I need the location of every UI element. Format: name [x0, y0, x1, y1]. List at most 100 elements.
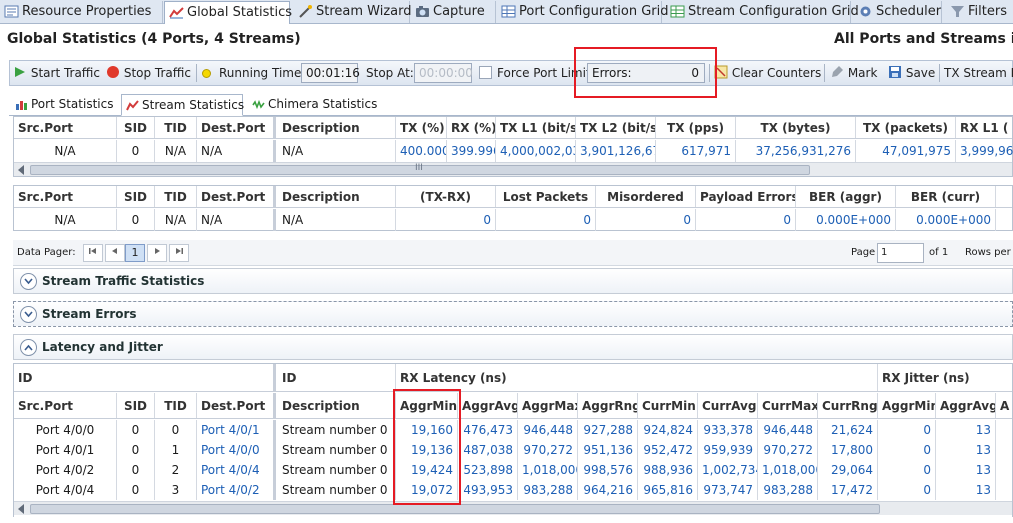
column-header[interactable]: RX (%)	[447, 117, 496, 138]
table-row[interactable]: Port 4/0/1 0 1 Port 4/0/0 Stream number …	[14, 440, 1012, 460]
running-time-field: 00:01:16	[301, 63, 360, 83]
start-traffic-button[interactable]: Start Traffic	[13, 63, 100, 83]
scrollbar-thumb[interactable]	[30, 504, 880, 514]
tab-label: Stream Statistics	[142, 98, 245, 112]
column-header[interactable]: Misordered	[596, 186, 696, 207]
page-input[interactable]: 1	[877, 243, 924, 263]
column-header[interactable]: Description	[278, 117, 396, 138]
stop-traffic-label: Stop Traffic	[123, 66, 191, 80]
column-header[interactable]: CurrAvg	[698, 393, 758, 418]
table-row[interactable]: Port 4/0/0 0 0 Port 4/0/1 Stream number …	[14, 420, 1012, 440]
force-port-limit-checkbox[interactable]	[479, 66, 492, 79]
table-row[interactable]: Port 4/0/4 0 3 Port 4/0/2 Stream number …	[14, 480, 1012, 500]
column-header[interactable]: BER (aggr)	[796, 186, 896, 207]
column-header[interactable]: TX (pps)	[656, 117, 736, 138]
last-page-button[interactable]	[169, 244, 189, 262]
tab-capture[interactable]: Capture	[411, 1, 496, 23]
column-header[interactable]: BER (curr)	[896, 186, 996, 207]
column-header[interactable]: TX L1 (bit/s)	[496, 117, 576, 138]
column-header[interactable]: A	[996, 393, 1013, 418]
column-header[interactable]: TX L2 (bit/s)	[576, 117, 656, 138]
curr-min-cell: 924,824	[638, 420, 698, 440]
horizontal-scrollbar[interactable]	[14, 501, 1012, 515]
column-header[interactable]: Src.Port	[14, 186, 117, 207]
tab-chimera-statistics[interactable]: Chimera Statistics	[248, 94, 377, 116]
dest-port-link[interactable]: Port 4/0/1	[197, 420, 276, 440]
table-row[interactable]: N/A 0 N/A N/A N/A 400.000 399.996 4,000,…	[14, 140, 1013, 162]
column-header[interactable]: Dest.Port	[197, 186, 276, 207]
column-header[interactable]: TID	[155, 186, 197, 207]
tab-label: Port Configuration Grid	[519, 4, 669, 19]
stop-at-label: Stop At:	[366, 66, 414, 80]
tab-scheduler[interactable]: Scheduler	[854, 1, 942, 23]
column-header[interactable]: AggrMin	[396, 393, 458, 418]
grid-header-row: Src.Port SID TID Dest.Port Description T…	[14, 117, 1012, 139]
tab-stream-statistics[interactable]: Stream Statistics	[121, 94, 245, 116]
table-row[interactable]: N/A 0 N/A N/A N/A 0 0 0 0 0.000E+000 0.0…	[14, 209, 1012, 231]
column-header[interactable]: CurrRng	[818, 393, 878, 418]
mark-button[interactable]: Mark	[830, 63, 877, 83]
column-header[interactable]: TX (%)	[396, 117, 447, 138]
scroll-left-icon[interactable]	[18, 504, 24, 514]
dest-port-link[interactable]: Port 4/0/0	[197, 440, 276, 460]
tab-global-statistics[interactable]: Global Statistics	[164, 1, 292, 24]
column-header[interactable]: Dest.Port	[197, 393, 276, 418]
scroll-left-icon[interactable]	[18, 165, 24, 175]
tab-port-configuration-grid[interactable]: Port Configuration Grid	[497, 1, 668, 23]
scrollbar-grip: III	[415, 163, 423, 173]
chevron-up-icon[interactable]	[20, 339, 37, 356]
tx-stream-label[interactable]: TX Stream Di	[944, 66, 1013, 80]
chevron-down-icon[interactable]	[20, 306, 37, 323]
column-header[interactable]: AggrMin	[878, 393, 936, 418]
column-header[interactable]: AggrAvg	[936, 393, 996, 418]
next-page-button[interactable]	[147, 244, 167, 262]
clear-counters-button[interactable]: Clear Counters	[714, 63, 821, 83]
column-header[interactable]: Description	[278, 186, 396, 207]
first-page-button[interactable]	[83, 244, 103, 262]
section-stream-traffic-statistics[interactable]: Stream Traffic Statistics	[13, 268, 1013, 294]
column-header[interactable]: AggrAvg	[458, 393, 518, 418]
tab-stream-configuration-grid[interactable]: Stream Configuration Grid	[666, 1, 859, 23]
column-header[interactable]: AggrRng	[578, 393, 638, 418]
stop-traffic-button[interactable]: Stop Traffic	[106, 63, 191, 83]
curr-max-cell: 970,272	[758, 440, 818, 460]
rows-per-page-label: Rows per P	[965, 247, 1013, 258]
column-header[interactable]: Src.Port	[14, 117, 117, 138]
column-header[interactable]: TID	[155, 393, 197, 418]
column-header[interactable]: SID	[117, 186, 155, 207]
column-header[interactable]: AggrMax	[518, 393, 578, 418]
save-button[interactable]: Save	[888, 63, 935, 83]
dest-port-link[interactable]: Port 4/0/4	[197, 460, 276, 480]
stop-at-field[interactable]: 00:00:00	[414, 63, 473, 83]
column-header[interactable]: SID	[117, 117, 155, 138]
column-header[interactable]: Payload Errors	[696, 186, 796, 207]
column-header[interactable]: SID	[117, 393, 155, 418]
chevron-down-icon[interactable]	[20, 273, 37, 290]
tab-resource-properties[interactable]: Resource Properties	[0, 1, 163, 23]
column-header[interactable]: TX (bytes)	[736, 117, 856, 138]
tab-label: Port Statistics	[31, 97, 114, 111]
page-number-button[interactable]: 1	[125, 244, 145, 262]
tab-filters[interactable]: Filters	[946, 1, 1013, 23]
pager-label: Data Pager:	[17, 247, 76, 258]
prev-page-button[interactable]	[105, 244, 125, 262]
column-header[interactable]: CurrMax	[758, 393, 818, 418]
column-header[interactable]: CurrMin	[638, 393, 698, 418]
dest-port-link[interactable]: Port 4/0/2	[197, 480, 276, 500]
section-stream-errors[interactable]: Stream Errors	[13, 301, 1013, 327]
tab-stream-wizard[interactable]: Stream Wizard	[294, 1, 412, 23]
column-header[interactable]: (TX-RX)	[396, 186, 496, 207]
column-header[interactable]: Dest.Port	[197, 117, 276, 138]
column-header[interactable]: Src.Port	[14, 393, 117, 418]
section-latency-and-jitter[interactable]: Latency and Jitter	[13, 334, 1013, 360]
horizontal-scrollbar[interactable]: III	[14, 162, 1012, 176]
column-header[interactable]: TID	[155, 117, 197, 138]
column-header[interactable]: Description	[278, 393, 396, 418]
column-header[interactable]: TX (packets)	[856, 117, 956, 138]
column-header[interactable]: Lost Packets	[496, 186, 596, 207]
jitter-aggr-avg-cell: 13	[936, 440, 996, 460]
column-header[interactable]: RX L1 (	[956, 117, 1013, 138]
tab-port-statistics[interactable]: Port Statistics	[11, 94, 119, 116]
table-row[interactable]: Port 4/0/2 0 2 Port 4/0/4 Stream number …	[14, 460, 1012, 480]
scrollbar-thumb[interactable]: III	[30, 163, 810, 175]
